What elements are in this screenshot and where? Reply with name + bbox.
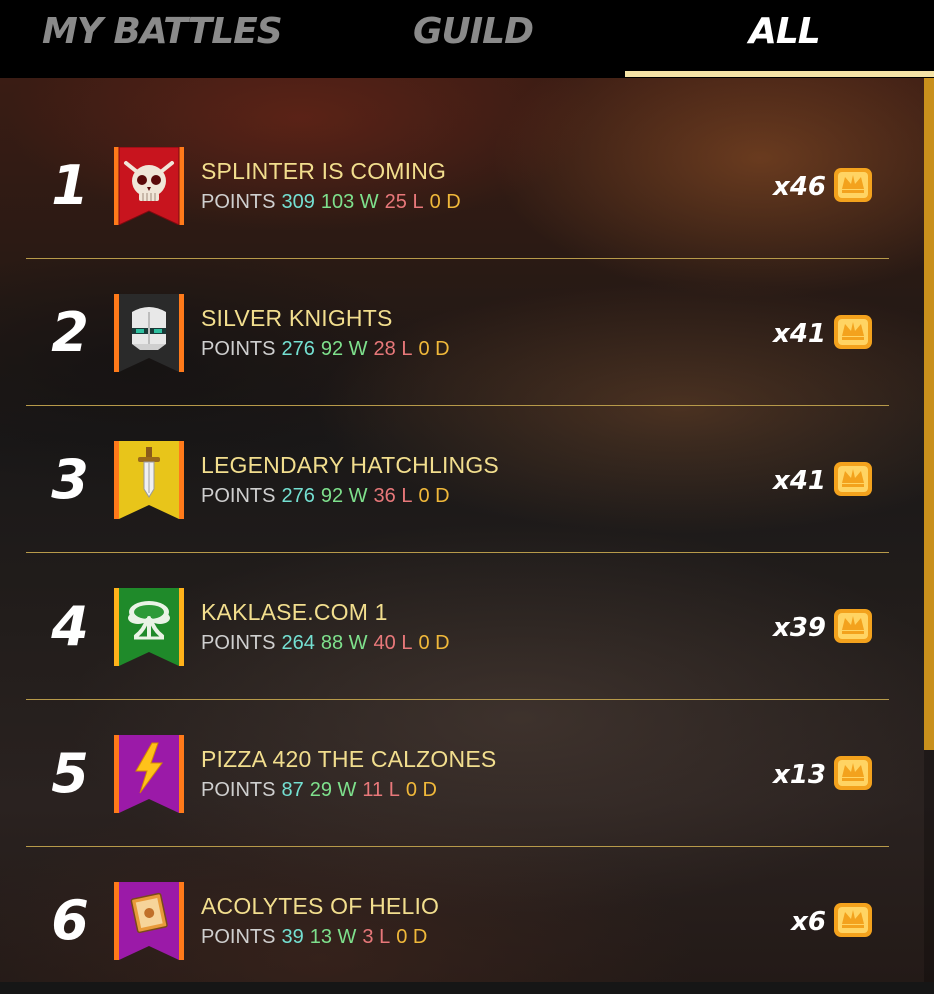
wins-value: 88 W [320, 632, 368, 654]
points-label: POINTS [201, 485, 276, 507]
losses-value: 11 L [362, 779, 400, 801]
reward-count: x39 [773, 613, 826, 643]
losses-value: 36 L [373, 485, 413, 507]
points-label: POINTS [201, 191, 276, 213]
points-value: 87 [281, 779, 304, 801]
tab-all[interactable]: ALL [749, 0, 821, 72]
reward-count: x41 [773, 466, 826, 496]
points-value: 264 [281, 632, 315, 654]
points-label: POINTS [201, 926, 276, 948]
wins-value: 13 W [309, 926, 357, 948]
losses-value: 40 L [373, 632, 413, 654]
team-name: SILVER KNIGHTS [201, 305, 393, 331]
draws-value: 0 D [405, 779, 437, 801]
lightning-icon [114, 735, 184, 813]
leaderboard-row[interactable]: 5 PIZZA 420 THE CALZONES POINTS 87 29 W 11 … [0, 700, 934, 847]
points-label: POINTS [201, 779, 276, 801]
rank-number: 3 [51, 448, 89, 511]
reward-count: x6 [791, 907, 826, 937]
leaderboard-list: 1 SPLINTER IS COMING POINTS 309 103 W 25 L0… [0, 112, 934, 994]
wins-value: 92 W [320, 338, 368, 360]
team-name: SPLINTER IS COMING [201, 158, 447, 184]
points-value: 39 [281, 926, 304, 948]
team-stats: POINTS 276 92 W 28 L0 D [201, 338, 456, 361]
team-stats: POINTS 87 29 W 11 L0 D [201, 779, 443, 802]
reward-chest-icon [834, 609, 872, 643]
rank-number: 4 [51, 595, 89, 658]
active-tab-indicator [625, 71, 934, 77]
reward-count: x41 [773, 319, 826, 349]
rank-number: 6 [51, 889, 89, 952]
losses-value: 3 L [362, 926, 391, 948]
points-value: 276 [281, 485, 315, 507]
rank-number: 2 [51, 301, 89, 364]
reward-count: x46 [773, 172, 826, 202]
team-stats: POINTS 39 13 W3 L0 D [201, 926, 433, 949]
team-name: ACOLYTES OF HELIO [201, 893, 440, 919]
losses-value: 25 L [384, 191, 424, 213]
skull-icon [114, 147, 184, 225]
draws-value: 0 D [396, 926, 428, 948]
team-stats: POINTS 276 92 W 36 L0 D [201, 485, 456, 508]
wins-value: 103 W [320, 191, 379, 213]
rank-number: 1 [51, 154, 89, 217]
points-label: POINTS [201, 338, 276, 360]
tree-icon [114, 588, 184, 666]
leaderboard-row[interactable]: 2 SILVER KNIGHTS POINTS 276 92 W 28 L0 D x4… [0, 259, 934, 406]
reward-chest-icon [834, 756, 872, 790]
leaderboard-row[interactable]: 3 LEGENDARY HATCHLINGS POINTS 276 92 W 36 L… [0, 406, 934, 553]
tab-bar: MY BATTLES GUILD ALL [0, 0, 934, 78]
losses-value: 28 L [373, 338, 413, 360]
draws-value: 0 D [418, 485, 450, 507]
reward-count: x13 [773, 760, 826, 790]
reward-chest-icon [834, 903, 872, 937]
leaderboard-row[interactable]: 4 KAKLASE.COM 1 POINTS 264 88 W 40 L0 D x39 [0, 553, 934, 700]
points-value: 276 [281, 338, 315, 360]
points-value: 309 [281, 191, 315, 213]
knight-helmet-icon [114, 294, 184, 372]
points-label: POINTS [201, 632, 276, 654]
book-icon [114, 882, 184, 960]
draws-value: 0 D [429, 191, 461, 213]
team-stats: POINTS 264 88 W 40 L0 D [201, 632, 456, 655]
team-name: KAKLASE.COM 1 [201, 599, 388, 625]
draws-value: 0 D [418, 632, 450, 654]
wins-value: 92 W [320, 485, 368, 507]
scrollbar-thumb[interactable] [924, 78, 934, 750]
team-name: PIZZA 420 THE CALZONES [201, 746, 497, 772]
leaderboard-row[interactable]: 1 SPLINTER IS COMING POINTS 309 103 W 25 L0… [0, 112, 934, 259]
reward-chest-icon [834, 168, 872, 202]
reward-chest-icon [834, 462, 872, 496]
leaderboard-row[interactable]: 6 ACOLYTES OF HELIO POINTS 39 13 W3 L0 D x… [0, 847, 934, 994]
rank-number: 5 [51, 742, 89, 805]
team-stats: POINTS 309 103 W 25 L0 D [201, 191, 467, 214]
team-name: LEGENDARY HATCHLINGS [201, 452, 499, 478]
tab-guild[interactable]: GUILD [413, 0, 534, 72]
draws-value: 0 D [418, 338, 450, 360]
reward-chest-icon [834, 315, 872, 349]
tab-my-battles[interactable]: MY BATTLES [42, 0, 283, 72]
wins-value: 29 W [309, 779, 357, 801]
sword-icon [114, 441, 184, 519]
